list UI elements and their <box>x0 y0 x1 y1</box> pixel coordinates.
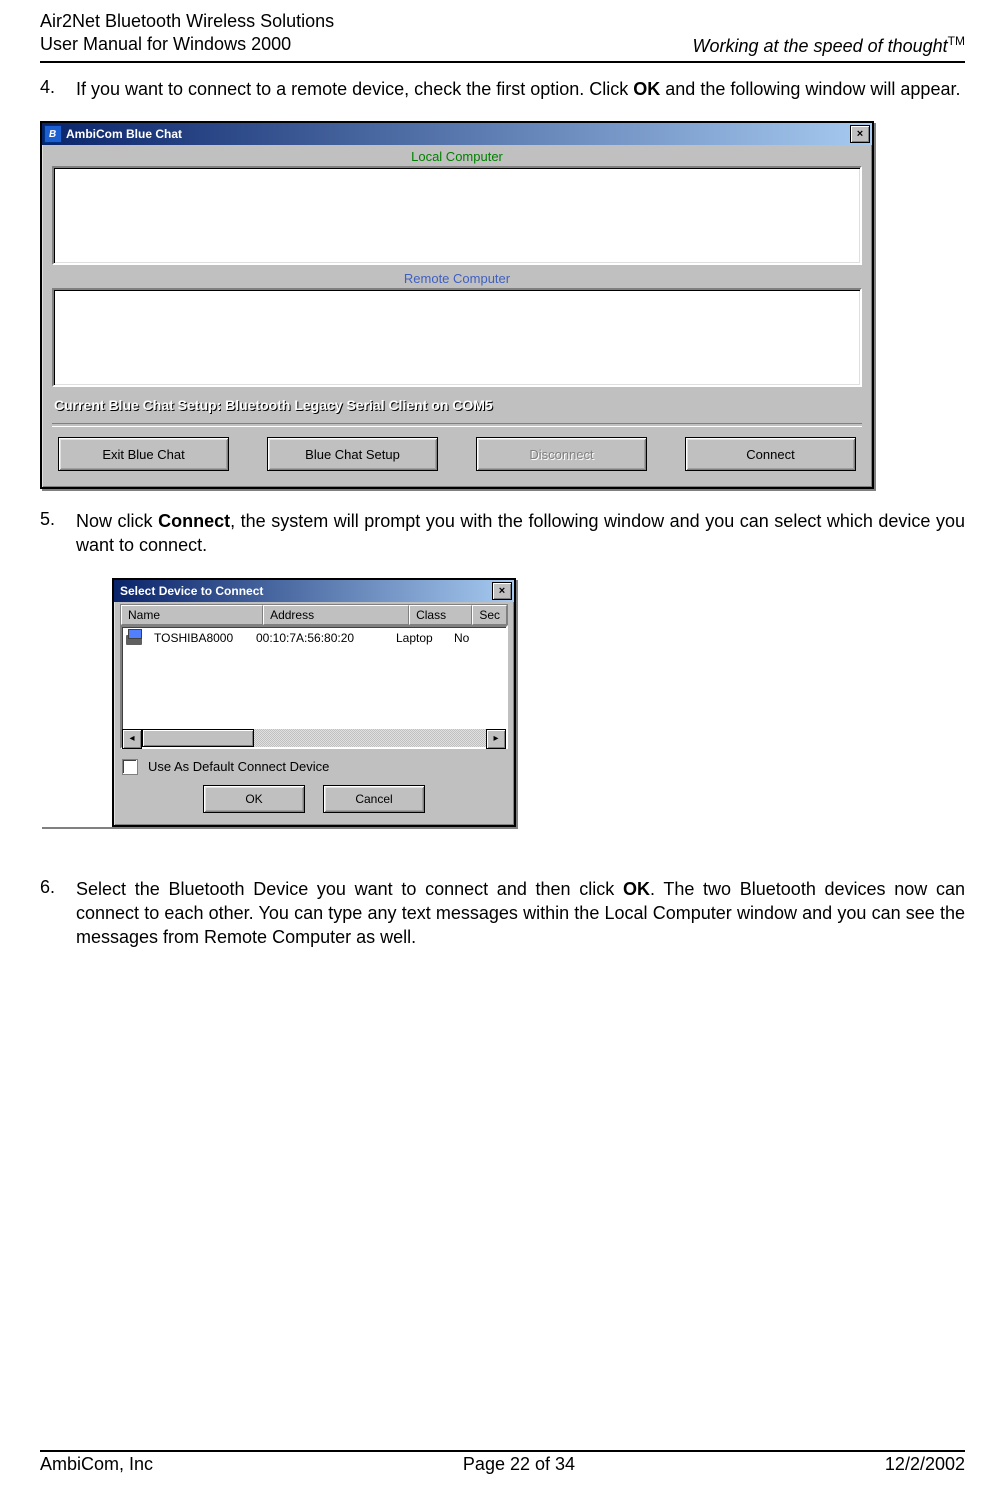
close-icon[interactable]: × <box>492 582 512 600</box>
exit-bluechat-button[interactable]: Exit Blue Chat <box>58 437 229 471</box>
step-5: 5. Now click Connect, the system will pr… <box>40 509 965 558</box>
footer-company: AmbiCom, Inc <box>40 1454 153 1475</box>
footer-page: Page 22 of 34 <box>463 1454 575 1475</box>
horizontal-scrollbar[interactable]: ◂ ▸ <box>122 729 506 747</box>
bluechat-window: AmbiCom Blue Chat × Local Computer Remot… <box>40 121 874 489</box>
device-sec: No <box>454 631 484 645</box>
step-6-bold: OK <box>623 879 650 899</box>
step-6-pre: Select the Bluetooth Device you want to … <box>76 879 623 899</box>
step-4-bold: OK <box>633 79 660 99</box>
header-line1: Air2Net Bluetooth Wireless Solutions <box>40 11 334 31</box>
scroll-left-icon[interactable]: ◂ <box>122 729 142 749</box>
select-device-window: Select Device to Connect × Name Address … <box>112 578 516 827</box>
col-class[interactable]: Class <box>409 605 472 625</box>
local-computer-textarea[interactable] <box>52 166 862 265</box>
default-device-checkbox[interactable] <box>122 759 138 775</box>
bluechat-title: AmbiCom Blue Chat <box>66 127 850 141</box>
tagline-text: Working at the speed of thought <box>693 36 948 56</box>
select-device-titlebar[interactable]: Select Device to Connect × <box>114 580 514 602</box>
laptop-icon <box>124 629 152 647</box>
list-item[interactable]: TOSHIBA8000 00:10:7A:56:80:20 Laptop No <box>122 627 506 649</box>
scroll-thumb[interactable] <box>142 729 254 747</box>
bluetooth-icon <box>44 125 62 143</box>
device-address: 00:10:7A:56:80:20 <box>256 631 396 645</box>
device-class: Laptop <box>396 631 454 645</box>
step-4-text: If you want to connect to a remote devic… <box>76 77 965 101</box>
scroll-track[interactable] <box>142 729 486 747</box>
step-5-number: 5. <box>40 509 76 558</box>
step-4-pre: If you want to connect to a remote devic… <box>76 79 633 99</box>
device-list[interactable]: TOSHIBA8000 00:10:7A:56:80:20 Laptop No … <box>120 625 508 749</box>
step-4-post: and the following window will appear. <box>660 79 960 99</box>
step-4-number: 4. <box>40 77 76 101</box>
setup-status-text: Current Blue Chat Setup: Bluetooth Legac… <box>52 393 862 423</box>
trademark: TM <box>948 34 965 48</box>
default-device-label: Use As Default Connect Device <box>148 759 329 774</box>
scroll-right-icon[interactable]: ▸ <box>486 729 506 749</box>
col-name[interactable]: Name <box>121 605 263 625</box>
page-header: Air2Net Bluetooth Wireless Solutions Use… <box>40 10 965 63</box>
device-list-header: Name Address Class Sec <box>120 604 508 625</box>
step-5-pre: Now click <box>76 511 158 531</box>
col-address[interactable]: Address <box>263 605 409 625</box>
remote-computer-textarea <box>52 288 862 387</box>
separator <box>52 423 862 427</box>
col-sec[interactable]: Sec <box>472 605 507 625</box>
header-line2: User Manual for Windows 2000 <box>40 34 291 54</box>
device-name: TOSHIBA8000 <box>154 631 256 645</box>
step-5-bold: Connect <box>158 511 230 531</box>
page-footer: AmbiCom, Inc Page 22 of 34 12/2/2002 <box>40 1450 965 1475</box>
bluechat-setup-button[interactable]: Blue Chat Setup <box>267 437 438 471</box>
footer-date: 12/2/2002 <box>885 1454 965 1475</box>
select-device-title: Select Device to Connect <box>116 584 492 598</box>
step-6-text: Select the Bluetooth Device you want to … <box>76 877 965 950</box>
step-6: 6. Select the Bluetooth Device you want … <box>40 877 965 950</box>
remote-computer-label: Remote Computer <box>52 271 862 286</box>
step-5-text: Now click Connect, the system will promp… <box>76 509 965 558</box>
cancel-button[interactable]: Cancel <box>323 785 425 813</box>
disconnect-button: Disconnect <box>476 437 647 471</box>
bluechat-titlebar[interactable]: AmbiCom Blue Chat × <box>42 123 872 145</box>
header-title: Air2Net Bluetooth Wireless Solutions Use… <box>40 10 334 57</box>
ok-button[interactable]: OK <box>203 785 305 813</box>
local-computer-label: Local Computer <box>52 149 862 164</box>
header-tagline: Working at the speed of thoughtTM <box>693 34 966 57</box>
step-4: 4. If you want to connect to a remote de… <box>40 77 965 101</box>
step-6-number: 6. <box>40 877 76 950</box>
close-icon[interactable]: × <box>850 125 870 143</box>
connect-button[interactable]: Connect <box>685 437 856 471</box>
